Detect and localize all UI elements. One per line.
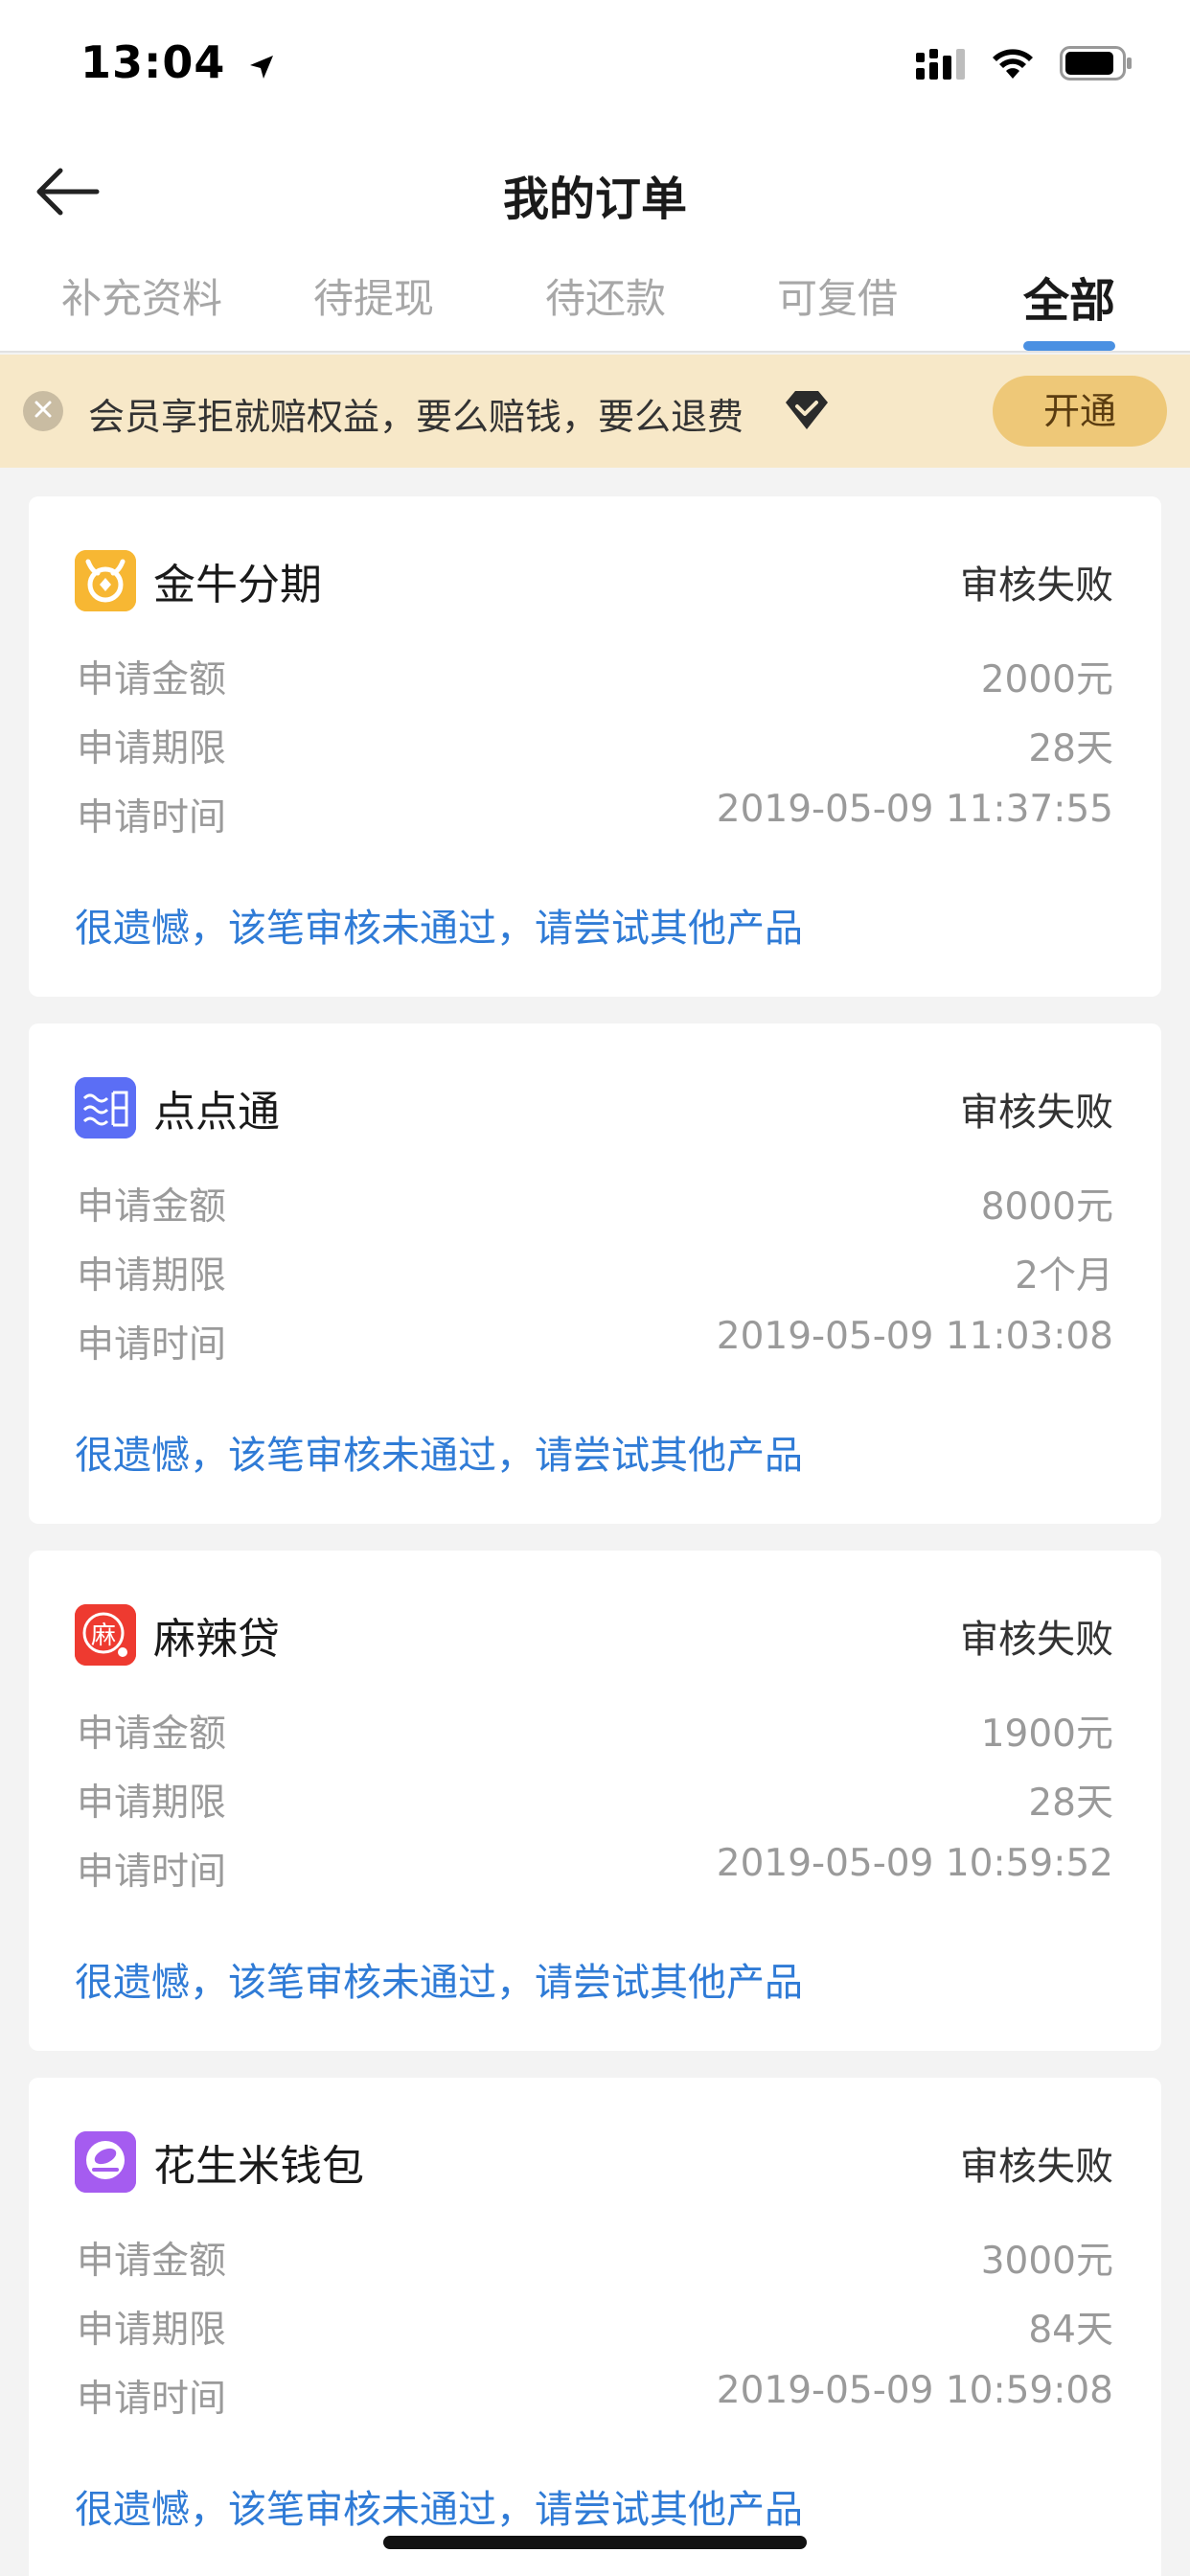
tab-all[interactable]: 全部 xyxy=(964,263,1175,330)
rejection-note[interactable]: 很遗憾，该笔审核未通过，请尝试其他产品 xyxy=(75,1424,803,1480)
amount-label: 申请金额 xyxy=(77,2240,227,2283)
time-value: 2019-05-09 11:37:55 xyxy=(716,788,1113,831)
status-badge: 审核失败 xyxy=(960,564,1113,608)
time-label: 申请时间 xyxy=(77,1323,227,1367)
tab-pending-repay[interactable]: 待还款 xyxy=(500,266,711,325)
amount-value: 1900元 xyxy=(980,1713,1113,1756)
time-value: 2019-05-09 10:59:08 xyxy=(716,2369,1113,2412)
bull-icon xyxy=(75,550,136,611)
diamond-icon xyxy=(784,389,830,435)
tab-pending-withdraw[interactable]: 待提现 xyxy=(268,266,479,325)
product-name: 麻辣贷 xyxy=(153,1615,280,1664)
term-label: 申请期限 xyxy=(77,727,227,770)
amount-label: 申请金额 xyxy=(77,1185,227,1229)
term-value: 2个月 xyxy=(1015,1254,1113,1298)
rejection-note[interactable]: 很遗憾，该笔审核未通过，请尝试其他产品 xyxy=(75,1951,803,2007)
wifi-icon xyxy=(989,46,1037,84)
peanut-icon xyxy=(75,2131,136,2193)
term-label: 申请期限 xyxy=(77,2309,227,2352)
term-value: 28天 xyxy=(1028,1782,1113,1825)
tab-reborrow[interactable]: 可复借 xyxy=(732,266,943,325)
status-indicators xyxy=(916,46,1133,84)
location-arrow-icon xyxy=(247,40,276,92)
close-icon xyxy=(33,399,54,424)
term-label: 申请期限 xyxy=(77,1782,227,1825)
logo-text: 麻 xyxy=(90,1621,116,1650)
page-title: 我的订单 xyxy=(502,172,687,226)
banner-text: 会员享拒就赔权益，要么赔钱，要么退费 xyxy=(88,396,744,438)
order-card[interactable]: 麻 麻辣贷 审核失败 申请金额 1900元 申请期限 28天 申请时间 2019… xyxy=(29,1551,1161,2051)
tab-indicator xyxy=(1023,341,1115,351)
order-card[interactable]: 金牛分期 审核失败 申请金额 2000元 申请期限 28天 申请时间 2019-… xyxy=(29,496,1161,997)
amount-value: 8000元 xyxy=(980,1185,1113,1229)
product-name: 花生米钱包 xyxy=(153,2142,364,2191)
status-badge: 审核失败 xyxy=(960,1091,1113,1135)
status-time-text: 13:04 xyxy=(80,36,226,88)
product-name: 金牛分期 xyxy=(153,561,322,610)
amount-label: 申请金额 xyxy=(77,1713,227,1756)
order-tabs: 补充资料 待提现 待还款 可复借 全部 xyxy=(0,249,1190,353)
amount-label: 申请金额 xyxy=(77,658,227,702)
order-card[interactable]: 点点通 审核失败 申请金额 8000元 申请期限 2个月 申请时间 2019-0… xyxy=(29,1024,1161,1524)
rejection-note[interactable]: 很遗憾，该笔审核未通过，请尝试其他产品 xyxy=(75,2478,803,2534)
order-card[interactable]: 花生米钱包 审核失败 申请金额 3000元 申请期限 84天 申请时间 2019… xyxy=(29,2078,1161,2576)
status-time: 13:04 xyxy=(80,36,276,92)
member-banner: 会员享拒就赔权益，要么赔钱，要么退费 开通 xyxy=(0,355,1190,468)
term-value: 84天 xyxy=(1028,2309,1113,2352)
time-label: 申请时间 xyxy=(77,796,227,840)
term-label: 申请期限 xyxy=(77,1254,227,1298)
page: 13:04 我的订单 补充资料 待提现 待还款 可复借 全部 会员享拒就赔权益，… xyxy=(0,0,1190,2576)
activate-button[interactable]: 开通 xyxy=(993,376,1167,447)
amount-value: 2000元 xyxy=(980,658,1113,702)
nav-bar: 我的订单 xyxy=(0,134,1190,249)
diandiantong-icon xyxy=(75,1077,136,1138)
cellular-signal-icon xyxy=(916,47,966,83)
time-value: 2019-05-09 10:59:52 xyxy=(716,1842,1113,1885)
mala-icon: 麻 xyxy=(75,1604,136,1666)
banner-close-button[interactable] xyxy=(23,391,63,431)
term-value: 28天 xyxy=(1028,727,1113,770)
amount-value: 3000元 xyxy=(980,2240,1113,2283)
status-badge: 审核失败 xyxy=(960,1618,1113,1662)
status-bar: 13:04 xyxy=(0,0,1190,134)
battery-icon xyxy=(1060,46,1133,84)
tab-supplement[interactable]: 补充资料 xyxy=(36,266,247,325)
time-label: 申请时间 xyxy=(77,2378,227,2421)
time-value: 2019-05-09 11:03:08 xyxy=(716,1315,1113,1358)
rejection-note[interactable]: 很遗憾，该笔审核未通过，请尝试其他产品 xyxy=(75,897,803,953)
home-indicator[interactable] xyxy=(383,2536,807,2549)
status-badge: 审核失败 xyxy=(960,2145,1113,2189)
time-label: 申请时间 xyxy=(77,1851,227,1894)
product-name: 点点通 xyxy=(153,1088,280,1137)
